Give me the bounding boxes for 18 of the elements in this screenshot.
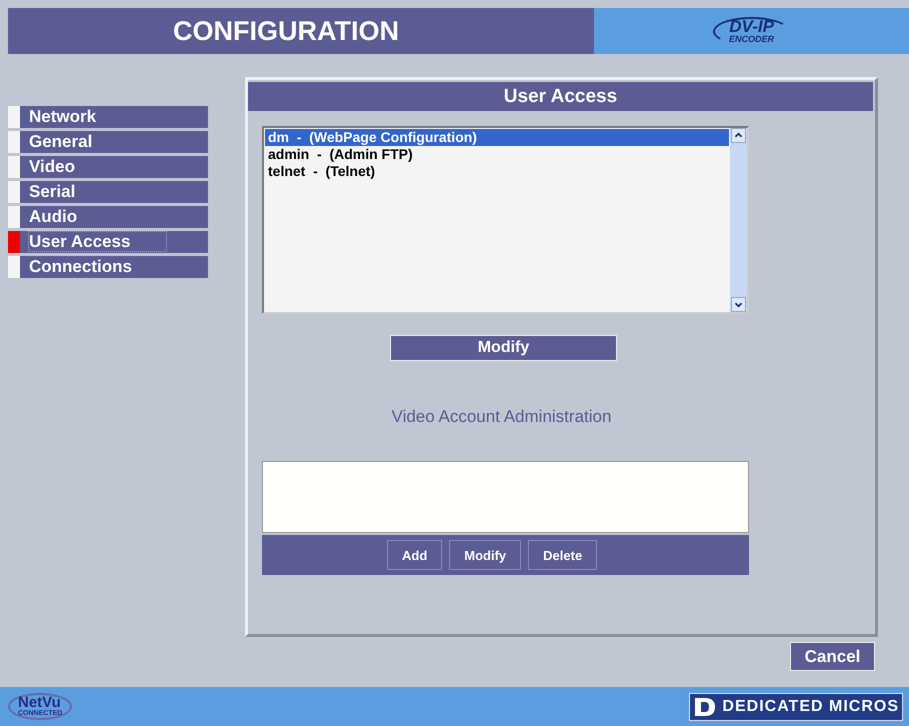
scrollbar[interactable]	[730, 128, 747, 312]
user-item[interactable]: telnet - (Telnet)	[265, 163, 729, 180]
user-list[interactable]: dm - (WebPage Configuration) admin - (Admin FTP) telnet - (Telnet)	[262, 126, 749, 314]
user-item[interactable]: admin - (Admin FTP)	[265, 146, 729, 163]
user-item[interactable]: dm - (WebPage Configuration)	[265, 129, 729, 146]
scroll-down-icon[interactable]	[731, 297, 746, 312]
account-list[interactable]	[262, 461, 749, 533]
section-title: Video Account Administration	[390, 407, 612, 427]
panel-title: User Access	[248, 82, 873, 111]
cancel-button[interactable]: Cancel	[790, 642, 875, 671]
account-button[interactable]: Add	[387, 540, 442, 570]
account-button[interactable]: Delete	[528, 540, 598, 570]
product-logo: DV-IP ENCODER	[712, 16, 790, 46]
company-logo: DEDICATED MICROS	[689, 692, 903, 720]
account-button[interactable]: Modify	[449, 540, 522, 570]
scroll-up-icon[interactable]	[731, 128, 746, 143]
page-title: CONFIGURATION	[8, 8, 594, 54]
modify-button[interactable]: Modify	[390, 335, 617, 361]
